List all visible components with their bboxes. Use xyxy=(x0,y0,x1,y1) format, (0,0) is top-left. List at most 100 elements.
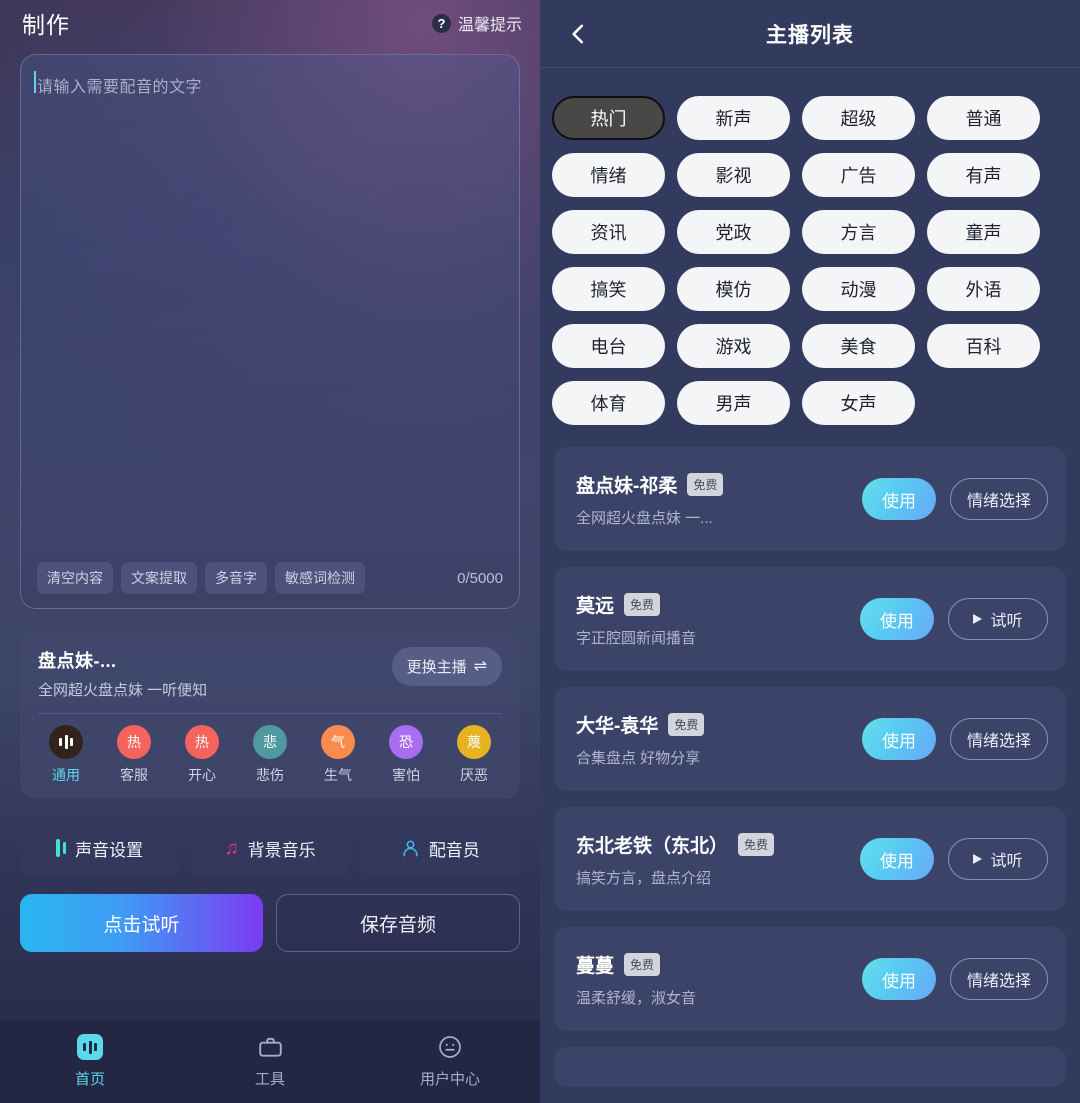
editor-panel: 制作 ? 温馨提示 请输入需要配音的文字 清空内容 文案提取 多音字 敏感词检测… xyxy=(0,0,540,1103)
music-note-icon: ♫ xyxy=(224,837,239,859)
tip-label: 温馨提示 xyxy=(457,17,522,34)
category-chip-dialect[interactable]: 方言 xyxy=(802,210,915,254)
category-chip-normal[interactable]: 普通 xyxy=(927,96,1040,140)
voice-actor-button[interactable]: 配音员 xyxy=(360,819,520,877)
emotion-select-label: 情绪选择 xyxy=(966,733,1031,750)
change-speaker-button[interactable]: 更换主播 ⇌ xyxy=(391,647,502,686)
speaker-card-name: 盘点妹-祁柔 xyxy=(576,475,678,497)
category-chip-encyclopedia[interactable]: 百科 xyxy=(927,324,1040,368)
category-chip-government[interactable]: 党政 xyxy=(677,210,790,254)
bottom-tabbar: 首页 工具 用户中心 xyxy=(0,1020,540,1103)
emotion-item-service[interactable]: 热 客服 xyxy=(108,725,160,785)
emotion-select-label: 情绪选择 xyxy=(966,973,1031,990)
speaker-card-partial[interactable] xyxy=(554,1047,1066,1087)
free-badge: 免费 xyxy=(624,592,661,616)
selected-speaker-card: 盘点妹-... 全网超火盘点妹 一听便知 更换主播 ⇌ 通用 热 客服 热 开心… xyxy=(20,631,520,799)
emotion-label: 开心 xyxy=(188,767,216,783)
change-speaker-label: 更换主播 xyxy=(406,659,467,676)
category-chip-game[interactable]: 游戏 xyxy=(677,324,790,368)
category-chip-film[interactable]: 影视 xyxy=(677,153,790,197)
category-chip-new[interactable]: 新声 xyxy=(677,96,790,140)
voice-settings-button[interactable]: 声音设置 xyxy=(20,819,180,877)
speaker-card-text: 蔓蔓 免费 温柔舒缓，淑女音 xyxy=(576,951,862,1008)
sensitive-word-check-button[interactable]: 敏感词检测 xyxy=(275,562,365,594)
emotion-label: 厌恶 xyxy=(460,767,488,783)
person-icon xyxy=(401,839,420,858)
speaker-card[interactable]: 盘点妹-祁柔 免费 全网超火盘点妹 一... 使用 情绪选择 xyxy=(554,447,1066,551)
polyphone-button[interactable]: 多音字 xyxy=(205,562,267,594)
use-button[interactable]: 使用 xyxy=(860,838,934,880)
emotion-item-happy[interactable]: 热 开心 xyxy=(176,725,228,785)
tip-button[interactable]: ? 温馨提示 xyxy=(431,11,522,35)
speaker-card-title-row: 大华-袁华 免费 xyxy=(576,711,862,738)
emotion-select-button[interactable]: 情绪选择 xyxy=(949,718,1048,760)
character-counter: 0/5000 xyxy=(457,569,503,587)
emotion-select-button[interactable]: 情绪选择 xyxy=(949,478,1048,520)
clear-content-button[interactable]: 清空内容 xyxy=(37,562,113,594)
waveform-icon xyxy=(49,725,83,759)
chevron-left-icon[interactable] xyxy=(565,21,591,47)
speaker-card[interactable]: 莫远 免费 字正腔圆新闻播音 使用 试听 xyxy=(554,567,1066,671)
editor-toolbar: 清空内容 文案提取 多音字 敏感词检测 0/5000 xyxy=(21,562,519,594)
emotion-list: 通用 热 客服 热 开心 悲 悲伤 气 生气 恐 害怕 蔑 厌恶 xyxy=(38,725,502,785)
tab-tools[interactable]: 工具 xyxy=(180,1034,360,1089)
speaker-card[interactable]: 蔓蔓 免费 温柔舒缓，淑女音 使用 情绪选择 xyxy=(554,927,1066,1031)
category-chip-hot[interactable]: 热门 xyxy=(552,96,665,140)
emotion-item-general[interactable]: 通用 xyxy=(40,725,92,785)
category-chip-food[interactable]: 美食 xyxy=(802,324,915,368)
smiley-face-icon xyxy=(437,1034,463,1060)
category-chip-anime[interactable]: 动漫 xyxy=(802,267,915,311)
category-chip-emotion[interactable]: 情绪 xyxy=(552,153,665,197)
emotion-select-button[interactable]: 情绪选择 xyxy=(949,958,1048,1000)
use-button[interactable]: 使用 xyxy=(861,958,936,1000)
use-button[interactable]: 使用 xyxy=(861,478,936,520)
speaker-card-title-row: 蔓蔓 免费 xyxy=(576,951,862,978)
emotion-item-angry[interactable]: 气 生气 xyxy=(312,725,364,785)
play-icon xyxy=(973,614,983,624)
save-audio-button[interactable]: 保存音频 xyxy=(276,894,520,952)
background-music-button[interactable]: ♫ 背景音乐 xyxy=(190,819,350,877)
editor-placeholder: 请输入需要配音的文字 xyxy=(37,79,203,96)
category-chip-imitation[interactable]: 模仿 xyxy=(677,267,790,311)
app-root: 制作 ? 温馨提示 请输入需要配音的文字 清空内容 文案提取 多音字 敏感词检测… xyxy=(0,0,1080,1103)
preview-button[interactable]: 试听 xyxy=(948,838,1048,880)
use-button[interactable]: 使用 xyxy=(861,718,936,760)
speaker-card[interactable]: 东北老铁（东北） 免费 搞笑方言，盘点介绍 使用 试听 xyxy=(554,807,1066,911)
swap-arrows-icon: ⇌ xyxy=(473,657,487,675)
emotion-item-sad[interactable]: 悲 悲伤 xyxy=(244,725,296,785)
category-chip-audio[interactable]: 有声 xyxy=(927,153,1040,197)
voice-settings-label: 声音设置 xyxy=(75,840,144,860)
emotion-item-fear[interactable]: 恐 害怕 xyxy=(380,725,432,785)
use-button[interactable]: 使用 xyxy=(860,598,934,640)
category-chip-ad[interactable]: 广告 xyxy=(802,153,915,197)
tab-home[interactable]: 首页 xyxy=(0,1034,180,1089)
editor-header: 制作 ? 温馨提示 xyxy=(0,0,540,46)
speaker-list-title: 主播列表 xyxy=(766,23,854,47)
speaker-card-desc: 搞笑方言，盘点介绍 xyxy=(576,869,712,887)
speaker-card-title-row: 莫远 免费 xyxy=(576,591,860,618)
text-editor-card[interactable]: 请输入需要配音的文字 清空内容 文案提取 多音字 敏感词检测 0/5000 xyxy=(20,54,520,609)
emotion-icon: 蔑 xyxy=(457,725,491,759)
speaker-card-name: 大华-袁华 xyxy=(576,715,659,737)
preview-button[interactable]: 试听 xyxy=(948,598,1048,640)
speaker-card[interactable]: 大华-袁华 免费 合集盘点 好物分享 使用 情绪选择 xyxy=(554,687,1066,791)
preview-audio-button[interactable]: 点击试听 xyxy=(20,894,263,952)
category-chip-male[interactable]: 男声 xyxy=(677,381,790,425)
category-chip-news[interactable]: 资讯 xyxy=(552,210,665,254)
speaker-card-title-row: 东北老铁（东北） 免费 xyxy=(576,831,860,858)
category-chip-funny[interactable]: 搞笑 xyxy=(552,267,665,311)
tab-user-center-label: 用户中心 xyxy=(419,1071,480,1088)
voice-actor-label: 配音员 xyxy=(428,840,480,860)
category-chip-list: 热门 新声 超级 普通 情绪 影视 广告 有声 资讯 党政 方言 童声 搞笑 模… xyxy=(540,68,1080,447)
speaker-card-text: 盘点妹-祁柔 免费 全网超火盘点妹 一... xyxy=(576,471,862,528)
emotion-item-disgust[interactable]: 蔑 厌恶 xyxy=(448,725,500,785)
equalizer-icon xyxy=(56,839,67,857)
category-chip-female[interactable]: 女声 xyxy=(802,381,915,425)
category-chip-child[interactable]: 童声 xyxy=(927,210,1040,254)
category-chip-sports[interactable]: 体育 xyxy=(552,381,665,425)
extract-copy-button[interactable]: 文案提取 xyxy=(121,562,197,594)
category-chip-radio[interactable]: 电台 xyxy=(552,324,665,368)
tab-user-center[interactable]: 用户中心 xyxy=(360,1034,540,1089)
category-chip-foreign[interactable]: 外语 xyxy=(927,267,1040,311)
category-chip-super[interactable]: 超级 xyxy=(802,96,915,140)
